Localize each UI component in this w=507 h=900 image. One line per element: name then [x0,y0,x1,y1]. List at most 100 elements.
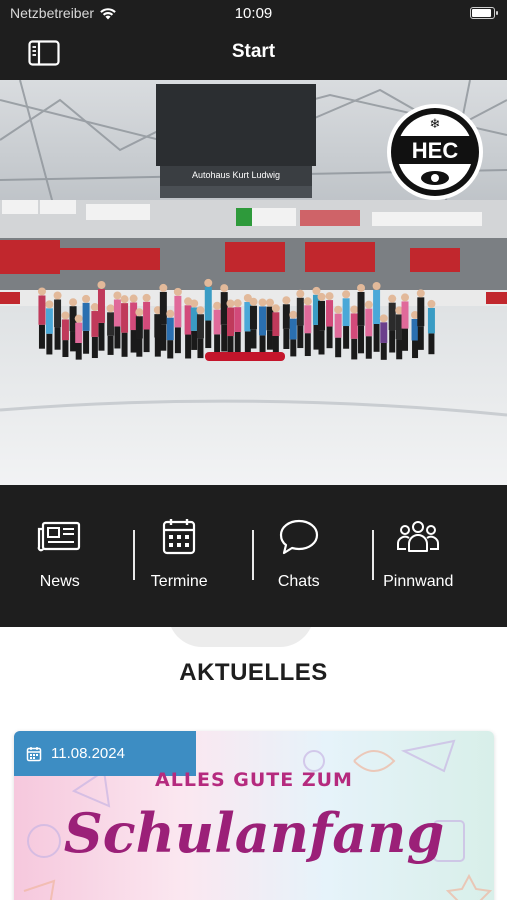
skater-head [249,297,258,306]
skater-legs [160,324,167,351]
skater-body [38,295,46,325]
skater-legs [380,342,387,360]
skater-head [325,292,334,301]
clock: 10:09 [234,5,273,22]
skater-head [129,294,138,303]
skater-legs [417,326,424,350]
skater-head [82,294,91,303]
skater-legs [154,337,161,357]
skater-body [342,298,350,327]
decorative-shape [168,627,314,647]
skater-legs [114,326,121,349]
quick-nav-chats[interactable]: Chats [239,485,359,627]
section-title: AKTUELLES [179,659,328,686]
calendar-icon [163,519,196,555]
skater-head [226,299,235,308]
quick-nav-label: Chats [277,573,320,590]
skater-legs [91,336,98,359]
skater-body [113,299,121,327]
skater-legs [70,331,77,352]
skater-head [271,304,280,313]
skater-head [303,297,312,306]
skater-head [45,300,54,309]
skater-legs [412,340,419,359]
divider [133,530,135,580]
divider [372,530,374,580]
skater-body [97,288,105,323]
skater-body [259,306,267,336]
skater-head [282,296,291,305]
skater-head [173,287,182,296]
skater-head [317,292,326,301]
skater-body [45,308,53,334]
skater-body [107,312,115,336]
status-bar: Netzbetreiber 10:09 [0,0,507,26]
skater-body [365,308,373,337]
skater-body [159,291,167,325]
quick-nav-label: Termine [150,573,208,590]
skater-legs [75,342,82,360]
skater-body [174,295,182,328]
skater-legs [62,340,69,357]
skater-body [82,302,90,331]
battery-level [472,9,491,17]
skater-head [427,299,436,308]
quick-nav-pinnwand[interactable]: Pinnwand [359,485,479,627]
hec-logo: HEC ❄ [387,104,483,200]
skater-legs [297,325,304,349]
skater-legs [38,324,45,349]
skater-legs [326,326,333,349]
chat-bubble-icon [279,519,318,555]
skater-head [265,298,274,307]
skater-legs [234,331,241,353]
skater-legs [221,324,228,352]
quick-nav-news[interactable]: News [0,485,120,627]
skater-head [401,293,410,302]
skater-body [357,291,365,326]
skater-legs [402,328,409,351]
skater-legs [167,340,174,359]
skater-body [388,302,396,331]
skater-legs [266,330,273,350]
skater-body [249,305,257,330]
skater-head [69,298,78,307]
skater-legs [130,330,137,353]
skater-body [213,309,221,335]
skater-head [372,282,381,291]
app-screen: Netzbetreiber 10:09 Start Autohaus Kurt … [0,0,507,900]
skater-body [282,304,290,329]
hero-image: Autohaus Kurt Ludwig HEC ❄ [0,80,507,485]
skater-head [159,283,168,292]
skater-body [401,301,409,329]
skater-legs [304,333,311,357]
skater-legs [136,338,143,357]
skater-legs [428,333,435,355]
skater-lying [205,352,285,361]
quick-nav-termine[interactable]: Termine [120,485,240,627]
skater-body [135,316,143,339]
skater-head [196,306,205,315]
skater-head [379,314,388,323]
page-title: Start [231,41,276,62]
skater-legs [46,333,53,355]
skater-head [190,299,199,308]
skater-body [350,313,358,339]
skater-legs [98,322,105,351]
skater-head [357,283,366,292]
jumbotron-banner: Autohaus Kurt Ludwig [192,170,280,180]
skater-body [272,312,280,336]
skater-legs [244,331,251,356]
skater-head [166,309,175,318]
skater-legs [214,334,221,355]
skater-body [184,305,192,335]
news-headline: Schulanfang [63,801,445,865]
news-card[interactable]: 11.08.2024 ALLES GUTE ZUM Schulanfang [14,731,494,900]
skater-body [304,305,312,334]
ice-rink-photo: Autohaus Kurt Ludwig HEC ❄ [0,80,507,485]
skater-legs [121,332,128,357]
skater-legs [197,338,204,359]
skater-legs [174,327,181,354]
skater-head [350,305,359,314]
news-date: 11.08.2024 [51,745,125,762]
skater-head [37,287,46,296]
